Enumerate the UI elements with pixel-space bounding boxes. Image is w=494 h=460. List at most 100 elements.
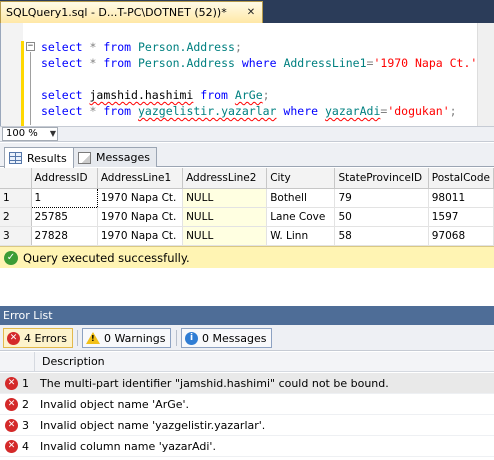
- code-token: yazarAdi: [324, 104, 381, 118]
- messages-filter-label: 0 Messages: [202, 331, 267, 345]
- sql-editor[interactable]: − select * from Person.Address; select * …: [0, 23, 494, 127]
- error-list-item[interactable]: ✕ 3 Invalid object name 'yazgelistir.yazar…: [0, 415, 494, 436]
- table-cell[interactable]: 50: [334, 207, 429, 227]
- column-header[interactable]: StateProvinceID: [334, 168, 429, 189]
- table-cell[interactable]: NULL: [182, 207, 268, 227]
- error-description: Invalid object name 'yazgelistir.yazarla…: [40, 418, 266, 432]
- zoom-bar: 100 % ▼: [0, 126, 494, 142]
- query-document-tab[interactable]: SQLQuery1.sql - D...T-PC\DOTNET (52))* ✕: [0, 1, 263, 23]
- tab-results-label: Results: [27, 151, 67, 165]
- column-header[interactable]: PostalCode: [428, 168, 494, 189]
- collapse-toggle-icon[interactable]: −: [26, 42, 35, 51]
- zoom-select[interactable]: 100 % ▼: [2, 127, 58, 141]
- table-row[interactable]: 2 25785 1970 Napa Ct. NULL Lane Cove 50 1597: [0, 207, 494, 227]
- error-list-toolbar: ✕ 4 Errors ! 0 Warnings i 0 Messages: [0, 325, 494, 351]
- code-token: ;: [449, 104, 457, 118]
- zoom-value: 100 %: [6, 128, 38, 139]
- results-header-row: AddressID AddressLine1 AddressLine2 City Sta…: [0, 168, 494, 189]
- error-number: 2: [22, 397, 29, 411]
- error-list-item[interactable]: ✕ 4 Invalid column name 'yazarAdi'.: [0, 436, 494, 457]
- code-token: ;: [262, 88, 270, 102]
- editor-vertical-scrollbar[interactable]: [477, 23, 494, 126]
- table-cell[interactable]: 1: [30, 187, 98, 208]
- chevron-down-icon[interactable]: ▼: [50, 128, 56, 140]
- row-selector-header[interactable]: [0, 168, 32, 189]
- code-token: from: [103, 104, 132, 118]
- code-text[interactable]: select * from Person.Address; select * fr…: [41, 39, 484, 119]
- code-token: ArGe: [234, 88, 263, 102]
- code-line[interactable]: select jamshid.hashimi from ArGe;: [41, 87, 484, 103]
- table-cell[interactable]: 1597: [428, 207, 494, 227]
- document-tab-strip: SQLQuery1.sql - D...T-PC\DOTNET (52))* ✕: [0, 0, 494, 23]
- error-description: Invalid column name 'yazarAdi'.: [40, 439, 216, 453]
- table-cell[interactable]: 58: [334, 226, 429, 246]
- code-token: select: [41, 40, 83, 54]
- change-marker: [21, 41, 24, 127]
- code-token: Person.Address: [138, 40, 235, 54]
- table-cell[interactable]: 1970 Napa Ct.: [97, 207, 184, 227]
- error-icon: ✕: [5, 418, 18, 432]
- code-line[interactable]: select * from Person.Address where Addre…: [41, 55, 484, 71]
- tab-messages-label: Messages: [96, 151, 150, 164]
- row-number[interactable]: 1: [0, 188, 32, 208]
- query-status-bar: ✓ Query executed successfully.: [0, 246, 494, 268]
- code-line[interactable]: [41, 71, 484, 87]
- table-row[interactable]: 1 1 1970 Napa Ct. NULL Bothell 79 98011: [0, 187, 494, 208]
- column-description[interactable]: Description: [42, 355, 105, 368]
- error-number: 4: [22, 439, 29, 453]
- error-icon: ✕: [7, 331, 20, 345]
- tab-results[interactable]: Results: [4, 147, 74, 168]
- close-icon[interactable]: ✕: [244, 7, 258, 18]
- results-table: AddressID AddressLine1 AddressLine2 City Sta…: [0, 168, 494, 246]
- table-cell[interactable]: NULL: [182, 226, 268, 246]
- code-token: from: [103, 56, 132, 70]
- error-list-item[interactable]: ✕ 2 Invalid object name 'ArGe'.: [0, 394, 494, 415]
- messages-filter-button[interactable]: i 0 Messages: [181, 328, 273, 348]
- code-token: Person.Address: [138, 56, 235, 70]
- outline-guide: [30, 52, 31, 125]
- code-line[interactable]: select * from yazgelistir.yazarlar where…: [41, 103, 484, 119]
- table-row[interactable]: 3 27828 1970 Napa Ct. NULL W. Linn 58 97068: [0, 226, 494, 246]
- code-token: from: [103, 40, 132, 54]
- table-cell[interactable]: 1970 Napa Ct.: [97, 188, 184, 208]
- warning-icon: !: [86, 332, 100, 344]
- table-cell[interactable]: Bothell: [266, 188, 336, 208]
- code-line[interactable]: select * from Person.Address;: [41, 39, 484, 55]
- results-grid[interactable]: AddressID AddressLine1 AddressLine2 City Sta…: [0, 168, 494, 246]
- toolbar-separator: [77, 330, 78, 346]
- table-cell[interactable]: 97068: [428, 226, 494, 246]
- column-header[interactable]: AddressLine2: [182, 168, 268, 189]
- error-number: 1: [22, 376, 29, 390]
- error-icon: ✕: [5, 439, 18, 453]
- table-cell[interactable]: W. Linn: [266, 226, 336, 246]
- column-separator: [34, 352, 35, 372]
- message-icon: [78, 151, 91, 164]
- errors-filter-label: 4 Errors: [24, 331, 68, 345]
- table-cell[interactable]: 1970 Napa Ct.: [97, 226, 184, 246]
- success-check-icon: ✓: [4, 250, 18, 265]
- table-cell[interactable]: 79: [334, 188, 429, 208]
- column-header[interactable]: AddressID: [31, 168, 98, 189]
- code-token: ;: [234, 40, 242, 54]
- table-cell[interactable]: 98011: [428, 188, 494, 208]
- table-cell[interactable]: NULL: [182, 188, 268, 208]
- code-token: '1970 Napa Ct.': [373, 56, 478, 70]
- tab-messages[interactable]: Messages: [73, 147, 157, 167]
- column-header[interactable]: City: [266, 168, 336, 189]
- error-list-item[interactable]: ✕ 1 The multi-part identifier "jamshid.has…: [0, 373, 494, 394]
- table-cell[interactable]: 27828: [31, 226, 98, 246]
- errors-filter-button[interactable]: ✕ 4 Errors: [3, 328, 74, 348]
- table-cell[interactable]: Lane Cove: [266, 207, 336, 227]
- column-header[interactable]: AddressLine1: [97, 168, 184, 189]
- table-cell[interactable]: 25785: [31, 207, 98, 227]
- row-number[interactable]: 3: [0, 226, 32, 246]
- error-description: The multi-part identifier "jamshid.hashi…: [40, 376, 389, 390]
- warnings-filter-label: 0 Warnings: [104, 331, 166, 345]
- document-tab-title: SQLQuery1.sql - D...T-PC\DOTNET (52))*: [6, 6, 227, 19]
- code-token: AddressLine1: [283, 56, 367, 70]
- warnings-filter-button[interactable]: ! 0 Warnings: [82, 328, 172, 348]
- row-number[interactable]: 2: [0, 207, 32, 227]
